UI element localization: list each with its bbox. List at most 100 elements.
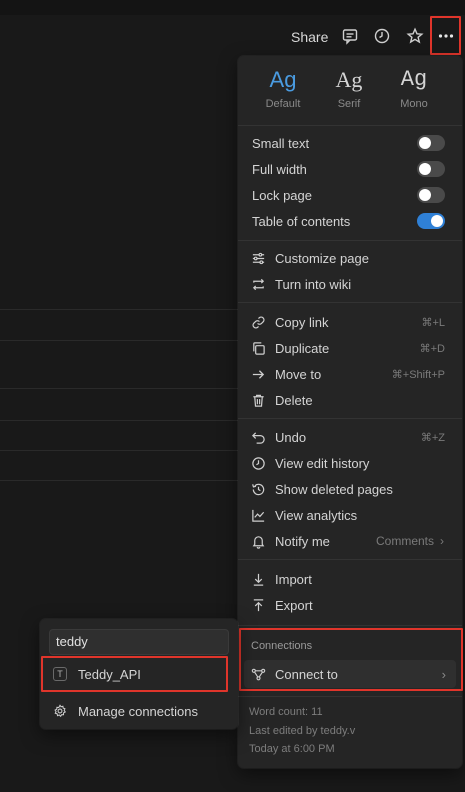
connection-search-input[interactable]: teddy: [49, 629, 229, 655]
page-divider: [0, 388, 238, 389]
menu-item-import[interactable]: Import: [238, 566, 462, 592]
chevron-right-icon: ›: [440, 534, 444, 548]
page-divider: [0, 340, 238, 341]
font-glyph: Ag: [335, 67, 363, 92]
notify-level-text: Comments: [375, 534, 434, 548]
page-options-menu: Ag Default Ag Serif Ag Mono Small text F…: [238, 56, 462, 768]
toggle-small-text[interactable]: Small text: [238, 130, 462, 156]
bell-icon: [249, 532, 267, 550]
toggle-table-of-contents[interactable]: Table of contents: [238, 208, 462, 234]
menu-item-view-analytics[interactable]: View analytics: [238, 502, 462, 528]
font-selector: Ag Default Ag Serif Ag Mono: [238, 64, 462, 122]
menu-separator: [238, 302, 462, 303]
menu-item-notify-me[interactable]: Notify me Comments ›: [238, 528, 462, 554]
connections-submenu: teddy T Teddy_API Manage connections: [40, 619, 238, 729]
top-strip: [0, 0, 465, 15]
menu-separator: [238, 625, 462, 626]
menu-item-label: Turn into wiki: [275, 276, 352, 292]
arrow-right-icon: [249, 365, 267, 383]
shortcut-hint: ⌘+L: [421, 316, 445, 329]
menu-item-view-edit-history[interactable]: View edit history: [238, 450, 462, 476]
toggle-label: Table of contents: [252, 213, 351, 229]
menu-item-connect-to[interactable]: Connect to ›: [244, 660, 456, 688]
menu-item-delete[interactable]: Delete: [238, 387, 462, 413]
page-divider: [0, 309, 238, 310]
star-icon[interactable]: [404, 25, 426, 47]
link-icon: [249, 313, 267, 331]
import-icon: [249, 570, 267, 588]
page-divider: [0, 450, 238, 451]
menu-item-label: Import: [275, 571, 312, 587]
restore-icon: [249, 480, 267, 498]
toggle-switch[interactable]: [417, 187, 445, 203]
toggle-switch[interactable]: [417, 161, 445, 177]
menu-item-export[interactable]: Export: [238, 592, 462, 618]
menu-item-label: Delete: [275, 392, 313, 408]
font-glyph: Ag: [269, 67, 297, 92]
menu-item-label: Customize page: [275, 250, 369, 266]
menu-item-label: Copy link: [275, 314, 329, 330]
share-button[interactable]: Share: [291, 29, 328, 45]
font-glyph: Ag: [400, 67, 428, 92]
toggle-label: Lock page: [252, 187, 312, 203]
menu-separator: [238, 125, 462, 126]
toggle-label: Small text: [252, 135, 310, 151]
manage-connections-label: Manage connections: [78, 703, 198, 719]
menu-item-label: View edit history: [275, 455, 370, 471]
duplicate-icon: [249, 339, 267, 357]
last-edited-time: Today at 6:00 PM: [249, 743, 335, 755]
font-label: Mono: [400, 98, 428, 110]
manage-connections-item[interactable]: Manage connections: [48, 697, 230, 725]
sliders-icon: [249, 249, 267, 267]
trash-icon: [249, 391, 267, 409]
connections-section-label: Connections: [251, 640, 313, 652]
font-label: Default: [265, 98, 301, 110]
toggle-full-width[interactable]: Full width: [238, 156, 462, 182]
comment-icon[interactable]: [339, 25, 361, 47]
menu-item-label: View analytics: [275, 507, 358, 523]
menu-item-undo[interactable]: Undo ⌘+Z: [238, 424, 462, 450]
export-icon: [249, 596, 267, 614]
page-divider: [0, 480, 238, 481]
page-divider: [0, 420, 238, 421]
menu-item-copy-link[interactable]: Copy link ⌘+L: [238, 309, 462, 335]
page-topbar: Share: [0, 15, 465, 60]
integration-icon: T: [52, 666, 68, 682]
menu-item-duplicate[interactable]: Duplicate ⌘+D: [238, 335, 462, 361]
word-count: Word count: 11: [249, 706, 323, 718]
menu-separator: [238, 696, 462, 697]
shortcut-hint: ⌘+Z: [420, 431, 445, 444]
chevron-right-icon: ›: [441, 666, 446, 682]
menu-item-label: Notify me: [275, 533, 330, 549]
toggle-switch[interactable]: [417, 135, 445, 151]
menu-item-move-to[interactable]: Move to ⌘+Shift+P: [238, 361, 462, 387]
menu-item-label: Connect to: [275, 666, 338, 682]
shortcut-hint: ⌘+Shift+P: [391, 368, 445, 381]
menu-item-customize-page[interactable]: Customize page: [238, 245, 462, 271]
notify-level-value[interactable]: Comments ›: [376, 534, 444, 548]
menu-item-show-deleted-pages[interactable]: Show deleted pages: [238, 476, 462, 502]
font-option-serif[interactable]: Ag Serif: [319, 64, 379, 110]
menu-item-label: Show deleted pages: [275, 481, 393, 497]
menu-item-label: Undo: [275, 429, 307, 445]
menu-item-label: Move to: [275, 366, 322, 382]
menu-separator: [238, 418, 462, 419]
shortcut-hint: ⌘+D: [419, 342, 445, 355]
font-option-default[interactable]: Ag Default: [253, 64, 313, 110]
clock-icon[interactable]: [371, 25, 393, 47]
undo-icon: [249, 428, 267, 446]
menu-separator: [238, 559, 462, 560]
toggle-switch[interactable]: [417, 213, 445, 229]
connection-result-item[interactable]: T Teddy_API: [48, 660, 230, 688]
toggle-label: Full width: [252, 161, 307, 177]
font-option-mono[interactable]: Ag Mono: [384, 64, 444, 110]
menu-item-label: Duplicate: [275, 340, 330, 356]
last-edited-by: Last edited by teddy.v: [249, 725, 356, 737]
toggle-lock-page[interactable]: Lock page: [238, 182, 462, 208]
menu-item-turn-into-wiki[interactable]: Turn into wiki: [238, 271, 462, 297]
menu-separator: [238, 240, 462, 241]
more-icon[interactable]: [435, 25, 457, 47]
chart-icon: [249, 506, 267, 524]
connection-result-label: Teddy_API: [78, 666, 141, 682]
gear-icon: [52, 703, 68, 719]
